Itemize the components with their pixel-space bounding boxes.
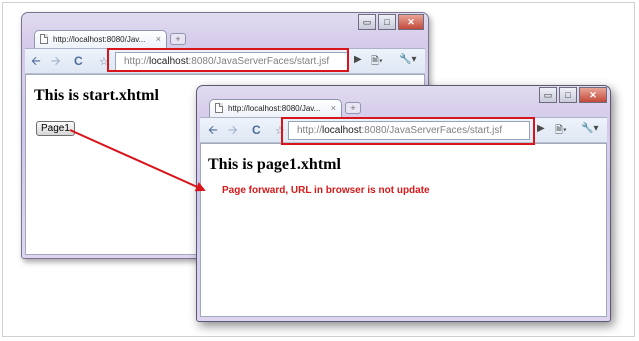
arrow-right-icon[interactable]: 🡪: [228, 124, 238, 136]
close-window-button[interactable]: ✕: [398, 14, 424, 30]
maximize-button[interactable]: □: [378, 14, 396, 30]
page-icon: [215, 103, 223, 113]
annotation-note: Page forward, URL in browser is not upda…: [222, 185, 430, 196]
reload-icon[interactable]: C: [252, 124, 261, 136]
page-content-page1: This is page1.xhtml Page forward, URL in…: [200, 143, 607, 317]
reload-icon[interactable]: C: [74, 55, 83, 67]
url-highlight-page1: [281, 117, 535, 145]
tab-title: http://localhost:8080/Jav...: [228, 104, 321, 113]
tab-close-icon[interactable]: ×: [156, 34, 161, 44]
arrow-right-icon[interactable]: 🡪: [51, 55, 61, 67]
tab-title: http://localhost:8080/Jav...: [53, 35, 146, 44]
play-icon[interactable]: ▶: [354, 54, 362, 65]
arrow-left-icon[interactable]: 🡨: [208, 124, 218, 136]
new-tab-button[interactable]: +: [170, 33, 186, 45]
page-heading: This is page1.xhtml: [208, 156, 341, 173]
close-window-button[interactable]: ✕: [579, 87, 607, 103]
url-highlight-start: [107, 48, 349, 72]
maximize-button[interactable]: □: [559, 87, 577, 103]
page-menu-icon[interactable]: 🗎▾: [371, 54, 383, 71]
new-tab-button[interactable]: +: [345, 102, 361, 114]
wrench-icon[interactable]: 🔧▾: [399, 54, 416, 65]
tab-close-icon[interactable]: ×: [331, 103, 336, 113]
page-icon: [40, 34, 48, 44]
tab-localhost[interactable]: http://localhost:8080/Jav... ×: [209, 99, 342, 117]
wrench-icon[interactable]: 🔧▾: [581, 123, 598, 134]
page-heading: This is start.xhtml: [34, 87, 159, 104]
arrow-left-icon[interactable]: 🡨: [31, 55, 41, 67]
window-controls: ▭ □ ✕: [539, 87, 609, 104]
page-menu-icon[interactable]: 🗎▾: [555, 123, 567, 140]
page1-button[interactable]: Page1: [36, 121, 75, 136]
play-icon[interactable]: ▶: [537, 123, 545, 134]
minimize-button[interactable]: ▭: [539, 87, 557, 103]
minimize-button[interactable]: ▭: [358, 14, 376, 30]
tab-localhost[interactable]: http://localhost:8080/Jav... ×: [34, 30, 167, 48]
window-controls: ▭ □ ✕: [358, 14, 426, 31]
